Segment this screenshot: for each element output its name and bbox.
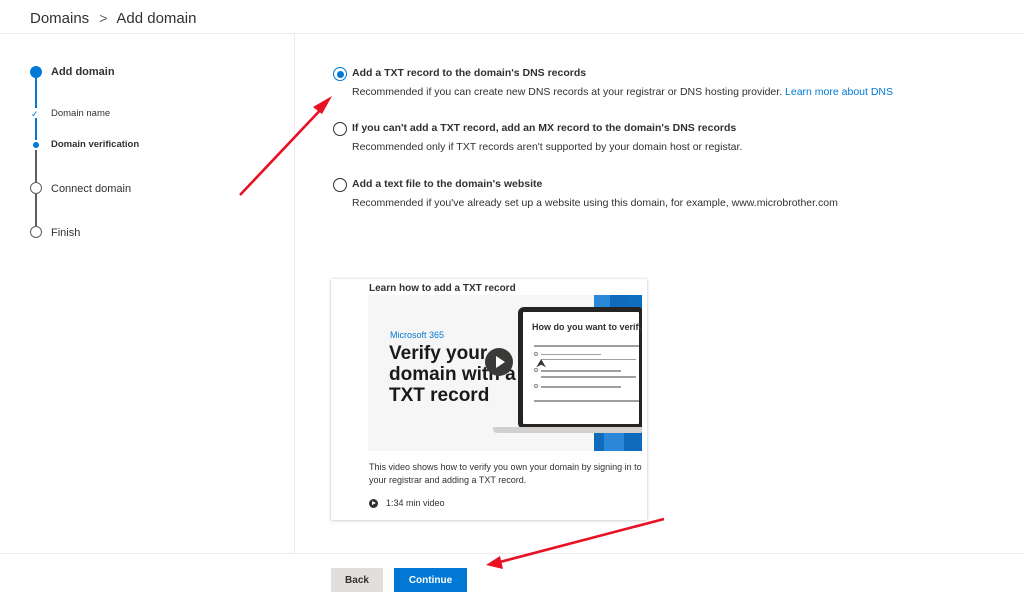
annotation-arrows (239, 96, 665, 569)
add-domain-page: Domains > Add domain Add domain ✓ Domain… (0, 0, 1024, 602)
annotation-arrow-icon (239, 96, 332, 196)
annotation-arrow-icon (486, 517, 665, 569)
